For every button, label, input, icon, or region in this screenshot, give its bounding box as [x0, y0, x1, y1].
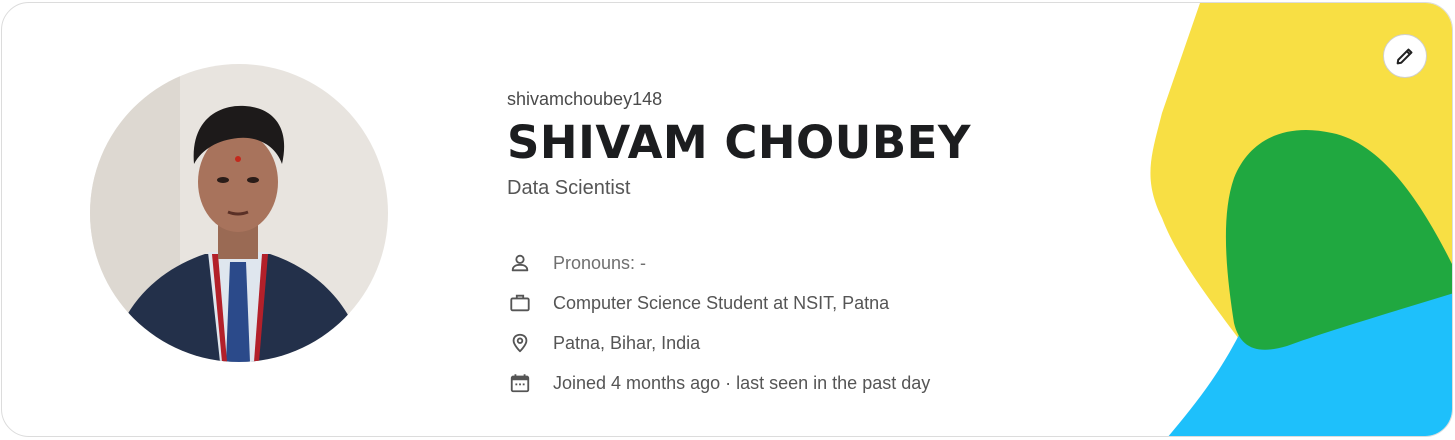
pencil-icon [1396, 48, 1413, 65]
headline: Data Scientist [507, 177, 631, 199]
pronouns-text: Pronouns: - [553, 252, 647, 273]
avatar [90, 64, 388, 362]
person-icon [507, 250, 533, 276]
location-pin-icon [507, 330, 533, 356]
profile-card: shivamchoubey148 SHIVAM CHOUBEY Data Sci… [1, 2, 1453, 437]
username: shivamchoubey148 [507, 89, 663, 109]
calendar-icon [507, 370, 533, 396]
full-name: SHIVAM CHOUBEY [507, 116, 971, 169]
location-text: Patna, Bihar, India [553, 332, 701, 353]
occupation-text: Computer Science Student at NSIT, Patna [553, 292, 890, 313]
briefcase-icon [507, 290, 533, 316]
edit-profile-button[interactable] [1383, 34, 1427, 78]
activity-text: Joined 4 months ago · last seen in the p… [553, 372, 931, 393]
detail-pronouns: Pronouns: - [507, 243, 930, 283]
profile-header: shivamchoubey148 SHIVAM CHOUBEY Data Sci… [507, 87, 1147, 201]
profile-details: Pronouns: - Computer Science Student at … [507, 243, 930, 403]
detail-location: Patna, Bihar, India [507, 323, 930, 363]
detail-occupation: Computer Science Student at NSIT, Patna [507, 283, 930, 323]
detail-activity: Joined 4 months ago · last seen in the p… [507, 363, 930, 403]
